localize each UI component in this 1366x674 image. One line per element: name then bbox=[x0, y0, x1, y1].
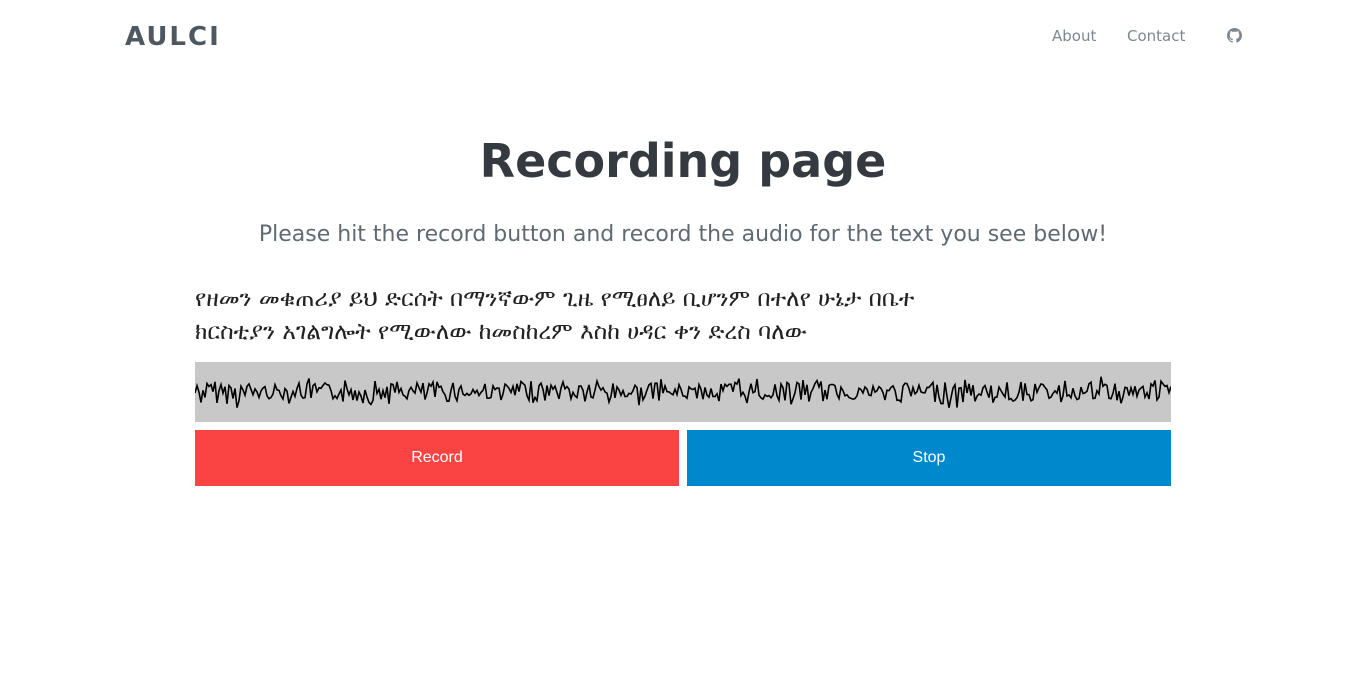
waveform-svg bbox=[195, 376, 1171, 408]
navbar: AULCI About Contact bbox=[0, 0, 1366, 76]
prompt-text: የዘመን መቁጠሪያ ይህ ድርሰት በማንኛውም ጊዜ የሚፀለይ ቢሆንም … bbox=[195, 283, 1095, 349]
prompt-line: ክርስቲያን አገልግሎት የሚውለው ከመስከረም እስከ ሀዳር ቀን ድረ… bbox=[195, 319, 807, 345]
github-icon bbox=[1227, 28, 1242, 43]
stop-button[interactable]: Stop bbox=[687, 430, 1171, 486]
nav-link-contact[interactable]: Contact bbox=[1127, 27, 1185, 45]
page-subtitle: Please hit the record button and record … bbox=[258, 222, 1108, 247]
waveform-line bbox=[195, 376, 1171, 408]
github-link[interactable] bbox=[1227, 28, 1242, 43]
record-button[interactable]: Record bbox=[195, 430, 679, 486]
nav-link-about[interactable]: About bbox=[1052, 27, 1096, 45]
prompt-line: የዘመን መቁጠሪያ ይህ ድርሰት በማንኛውም ጊዜ የሚፀለይ ቢሆንም … bbox=[195, 286, 915, 312]
brand-logo[interactable]: AULCI bbox=[125, 22, 221, 52]
waveform-visualizer bbox=[195, 362, 1171, 422]
page-title: Recording page bbox=[479, 134, 887, 188]
